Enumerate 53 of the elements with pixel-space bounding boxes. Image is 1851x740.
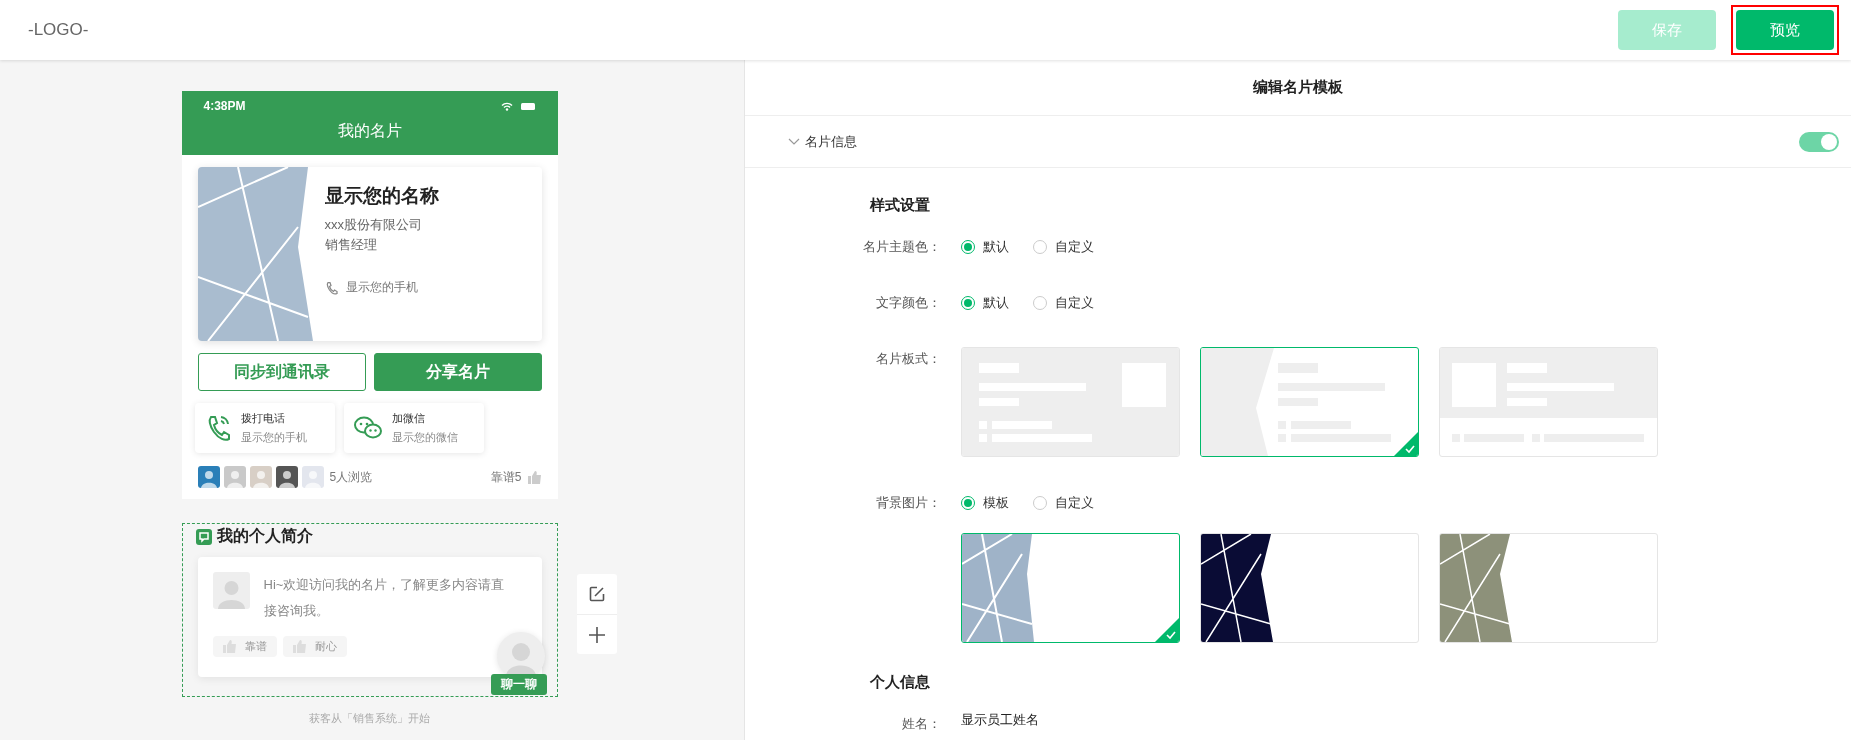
contact-title: 加微信 [391, 411, 426, 426]
contact-value: 显示您的手机 [240, 430, 307, 445]
avatar [197, 466, 220, 488]
radio-option[interactable]: 自定义 [1033, 238, 1094, 256]
radio-option[interactable]: 默认 [961, 294, 1009, 312]
field-value: 显示员工姓名 [961, 711, 1040, 729]
radio-option[interactable]: 自定义 [1033, 494, 1094, 512]
views-count: 5人浏览 [329, 468, 373, 486]
footer-slogan: 获客从「销售系统」开始 [308, 711, 431, 726]
battery-icon [520, 102, 536, 110]
radio-option[interactable]: 自定义 [1033, 294, 1094, 312]
editor-title: 编辑名片模板 [745, 60, 1851, 116]
form-label: 名片板式： [875, 350, 941, 368]
status-time: 4:38PM [203, 99, 246, 113]
thumbs-up-icon [527, 470, 542, 484]
layout-option[interactable] [1200, 347, 1419, 457]
wechat-icon [353, 416, 382, 440]
check-badge-icon [1394, 432, 1418, 456]
card-name: 显示您的名称 [324, 184, 439, 208]
check-badge-icon [1155, 618, 1179, 642]
intro-text: Hi~欢迎访问我的名片，了解更多内容请直接咨询我。 [263, 576, 506, 620]
contact-title: 拨打电话 [240, 411, 286, 426]
contact-card[interactable]: 加微信 显示您的微信 [343, 403, 484, 453]
avatar-placeholder [212, 572, 250, 609]
contact-card[interactable]: 拨打电话 显示您的手机 [194, 403, 335, 453]
section-heading: 样式设置 [870, 196, 931, 215]
contact-value: 显示您的微信 [391, 430, 458, 445]
avatar [275, 466, 298, 488]
wifi-icon [500, 101, 513, 111]
card-position: 销售经理 [324, 236, 378, 254]
toggle-switch[interactable] [1799, 131, 1839, 152]
radio-option[interactable]: 默认 [961, 238, 1009, 256]
form-label: 名片主题色： [862, 238, 941, 256]
phone-title: 我的名片 [336, 121, 403, 141]
thumbs-up-icon [222, 640, 237, 653]
section-header[interactable]: 名片信息 [788, 132, 857, 151]
logo: -LOGO- [28, 20, 89, 40]
card-phone: 显示您的手机 [345, 279, 418, 296]
avatar [223, 466, 246, 488]
form-label: 文字颜色： [875, 294, 941, 312]
chevron-icon [788, 137, 800, 146]
thumbs-up-icon [292, 640, 307, 653]
likes-count: 靠谱5 [490, 468, 522, 486]
avatar [249, 466, 272, 488]
avatar [301, 466, 324, 488]
radio-option[interactable]: 模板 [961, 494, 1009, 512]
phone-icon [324, 280, 338, 295]
intro-title: 我的个人简介 [216, 526, 313, 546]
form-label: 背景图片： [875, 494, 941, 512]
form-label: 姓名： [901, 715, 941, 733]
card-company: xxx股份有限公司 [324, 216, 423, 234]
section-heading: 个人信息 [870, 673, 931, 692]
profile-icon [195, 528, 212, 545]
